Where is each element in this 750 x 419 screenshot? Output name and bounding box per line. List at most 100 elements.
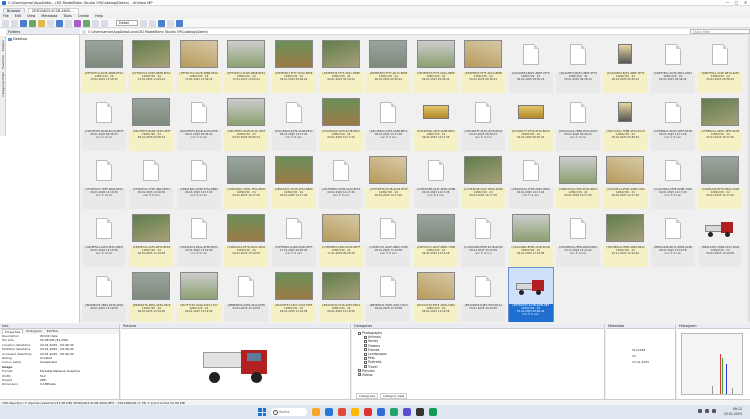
thumbnail-item[interactable]: {D0C1C4A2-7E8B-4F2A-9C1D 1280x720 · 24 09.… — [603, 94, 648, 151]
forward-icon[interactable] — [11, 19, 18, 27]
thumbnail-item[interactable]: {BC7F7165-3A49-4525-1707 1280x720 · 24 09.… — [176, 268, 221, 322]
thumbnail-item[interactable]: {CFE8B2A1-9D3C-4E5F-8A7B 09.01.2025 14:17… — [650, 94, 695, 151]
checkbox-icon[interactable] — [364, 365, 367, 369]
vtab-categories-filter[interactable]: Categories Filter — [1, 72, 5, 97]
thumbnail-item[interactable]: {CB4D3C2A-1F0E-4D9C-8B7A 09.01.2025 14:17… — [508, 152, 553, 209]
maximize-button[interactable]: ▢ — [732, 0, 741, 6]
thumbnail-item[interactable]: {D4C1E9A0-4AF9-4A3B-8E1C 09.01.2025 14:17… — [366, 94, 411, 151]
thumbnail-item[interactable]: {C92B1A09-8F7E-4B6A-5948 1280x720 · 24 09.… — [698, 152, 743, 209]
close-button[interactable]: ✕ — [741, 0, 750, 6]
thumbnail-item[interactable]: {C2E5D7C1-90AF-4B8C-7D6E 1280x720 · 24 09.… — [413, 210, 458, 267]
menu-view[interactable]: View — [27, 14, 35, 18]
taskbar-app-icon[interactable] — [338, 408, 346, 416]
thumbnail-item[interactable]: {C1D4C6B0-8F9E-4A7B-6C5D 1280x720 · 24 09.… — [508, 210, 553, 267]
taskbar-search[interactable]: Suche — [271, 408, 307, 416]
thumbnail-item[interactable]: {BFB2A498-6D7C-4858-4A3B 09.01.2025 13:19… — [650, 210, 695, 267]
thumbnail-item[interactable]: {CFE8B2A1-9D3C-4E5F-8A7B 1280x720 · 24 09.… — [698, 94, 743, 151]
favorite-icon[interactable] — [38, 19, 45, 27]
thumbnail-item[interactable]: {DA4A5E53-BAF1-4B0F-9F79 1280x720 · 24 09.… — [508, 36, 553, 93]
thumbnail-item[interactable]: {BD908276-4B5A-4636-2818 1280x720 · 24 09.… — [129, 268, 174, 322]
thumbnail-item[interactable]: {DA4A5E53-BAF1-4B0F-9F79 1280x720 · 24 09.… — [556, 36, 600, 93]
thumbnail-item[interactable]: {DFF9D7C4-2D2E-4B6B-8F44- 1280x720 · 24 13… — [82, 36, 126, 93]
filter-icon[interactable] — [56, 19, 63, 27]
taskbar-app-icon[interactable] — [416, 408, 424, 416]
thumbnail-item[interactable]: {BB6E6054-2938-4414-06F6 09.01.2025 13:19… — [224, 268, 269, 322]
rotate-icon[interactable] — [92, 19, 99, 27]
thumbnail-item[interactable]: {D1D1BC7F-0F30-4F18-8D24 09.01.2025 09:36… — [461, 94, 506, 151]
thumbnail-item[interactable]: {CF3E5D2C-7F8F-4B04-8E1A 09.01.2025 14:16… — [82, 152, 126, 209]
checkbox-icon[interactable] — [364, 360, 367, 364]
taskbar-app-icon[interactable] — [390, 408, 398, 416]
thumbnail-item[interactable]: {CB4D3C2A-1F0E-4D9C-8B7A 1280x720 · 24 09.… — [556, 152, 600, 209]
thumbnail-item[interactable]: {B72A2C10-E5F4-40D0-C2B2 1280x720 · 24 09.… — [413, 268, 458, 322]
thumbnail-item[interactable]: {DE3E5E03-FF7F-4D1C-8E9E 1280x720 · 24 09.… — [413, 36, 458, 93]
thumbnail-item[interactable]: {D9E7F8A1-3C2E-4B7A-9AE1 1280x720 · 24 09.… — [698, 36, 743, 93]
thumbnail-item[interactable]: {C3F6E8D2-A1B0-4C9D-8E7F 1280x720 · 24 17.… — [319, 210, 363, 267]
thumbnail-item[interactable]: {DE3E5E03-FF7F-4D1C-8E9E 1280x720 · 24 09.… — [271, 36, 316, 93]
thumbnail-item[interactable]: {CF3E5D2C-7F8F-4B04-8E1A 09.01.2025 14:16… — [129, 152, 174, 209]
thumbnail-item[interactable]: {CC5E4D3B-2A1F-4E0D-9C8B 1280x720 · 24 09.… — [461, 152, 506, 209]
thumbnail-item[interactable]: {CA3C2B1A-0F9E-4C8B-7A69 09.01.2025 14:17… — [650, 152, 695, 209]
menu-edit[interactable]: Edit — [15, 14, 22, 18]
thumbnail-item[interactable]: {DFF9D7C4-2D2E-4B6B-8F44- 1280x720 · 24 13… — [224, 36, 269, 93]
checkbox-icon[interactable] — [358, 331, 361, 335]
volume-icon[interactable] — [705, 409, 709, 413]
taskbar-app-icon[interactable] — [351, 408, 359, 416]
settings-icon[interactable] — [101, 19, 108, 27]
path-input[interactable]: C:\Users\amar\AppData\Local\3D ModelBahn… — [88, 30, 688, 34]
checkbox-icon[interactable] — [364, 344, 367, 348]
folder-desktop[interactable]: Desktop — [8, 37, 27, 41]
thumbnail-item[interactable]: {DA4A5E53-BAF1-4B0F-9F79 1280x720 · 24 09.… — [603, 36, 648, 93]
thumbnail-item[interactable]: {D6C3E5F0-8A1B-4C2D-9E3F 09.01.2025 09:36… — [176, 94, 221, 151]
vtab-favorites[interactable]: Favorites — [1, 55, 5, 69]
thumbnail-item[interactable]: {DFF9D7C4-2D2E-4B6B-8F44- 1280x720 · 24 13… — [129, 36, 174, 93]
tab-image[interactable]: 2E3D2AD3-4C2B-4600-... — [27, 7, 79, 13]
menu-file[interactable]: File — [3, 14, 9, 18]
checkbox-icon[interactable] — [364, 335, 367, 339]
thumbnail-item[interactable]: {D4C1E9A0-4AF9-4A3B-8E1C 1280x720 · 24 09.… — [319, 94, 363, 151]
menu-help[interactable]: Help — [95, 14, 103, 18]
category-item[interactable]: Videos — [358, 373, 604, 377]
checkbox-icon[interactable] — [358, 369, 361, 373]
vtab-folders[interactable]: Folders — [1, 40, 5, 51]
info-icon[interactable] — [167, 19, 174, 27]
thumbnail-item[interactable]: {BD908276-4B5A-4636-2818 09.01.2025 13:19… — [82, 268, 126, 322]
thumbnail-size-icon[interactable] — [158, 19, 165, 27]
checkbox-icon[interactable] — [364, 352, 367, 356]
taskbar-app-icon[interactable] — [429, 408, 437, 416]
thumbnail-item[interactable]: {D4C1E9A0-4AF9-4A3B-8E1C 09.01.2025 14:17… — [271, 94, 316, 151]
battery-icon[interactable] — [712, 409, 716, 413]
checkbox-icon[interactable] — [358, 373, 361, 377]
thumbnail-item[interactable]: {D6C3E5F0-8A1B-4C2D-9E3F 1280x720 · 24 09.… — [224, 94, 269, 151]
thumbnail-item[interactable]: {CC5E4D3B-2A1F-4E0D-9C8B 09.01.2025 14:17… — [413, 152, 458, 209]
menu-tools[interactable]: Tools — [63, 14, 71, 18]
taskbar-app-icon[interactable] — [377, 408, 385, 416]
network-icon[interactable] — [698, 409, 702, 413]
thumbnail-item[interactable]: {DE3E5E03-FF7F-4D1C-8E9E 1280x720 · 24 09.… — [461, 36, 506, 93]
thumbnail-item[interactable]: {CD7F6E5D-4C3B-4A29-8F1E 1280x720 · 24 09.… — [366, 152, 411, 209]
thumbnail-item[interactable]: {B6191B0F-D4E3-3FCF-B1A1 09.01.2025 13:19… — [461, 268, 506, 322]
refresh-icon[interactable] — [29, 19, 36, 27]
checkbox-icon[interactable] — [364, 356, 367, 360]
up-folder-icon[interactable] — [20, 19, 27, 27]
thumbnail-item[interactable]: {CA3C2B1A-0F9E-4C8B-7A69 1280x720 · 24 09.… — [603, 152, 648, 209]
sort-icon[interactable] — [65, 19, 72, 27]
fullscreen-icon[interactable] — [176, 19, 183, 27]
thumbnail-item[interactable]: {DE3E5E03-FF7F-4D1C-8E9E 1280x720 · 24 09.… — [319, 36, 363, 93]
thumbnail-item[interactable]: {DFF9D7C4-2D2E-4B6B-8F44- 1280x720 · 24 13… — [176, 36, 221, 93]
thumbnail-item[interactable]: {BA5D5F43-1827-4303-F5E5 1280x720 · 24 09.… — [271, 268, 316, 322]
thumbnail-item[interactable]: {D0C1C4A2-7E8B-4F2A-9C1D 09.01.2025 09:36… — [556, 94, 600, 151]
tab-browser[interactable]: Browser — [3, 7, 25, 13]
thumbnail-item[interactable]: {D4C1E9A0-4AF9-4A3B-8E1C 1280x720 · 24 09.… — [413, 94, 458, 151]
menu-metadata[interactable]: Metadata — [41, 14, 57, 18]
windows-start-icon[interactable] — [258, 408, 266, 416]
back-icon[interactable] — [2, 19, 9, 27]
taskbar-app-icon[interactable] — [312, 408, 320, 416]
thumbnail-item[interactable]: {C0C3B5A9-7E8D-4969-5B4C 1280x720 · 24 24.… — [603, 210, 648, 267]
taskbar-app-icon[interactable] — [325, 408, 333, 416]
thumbnail-item[interactable]: {C3F6E8D2-A1B0-4C9D-8E7F 17.01.2025 09:28… — [271, 210, 316, 267]
quick-filter-input[interactable]: Quick filter — [690, 29, 750, 34]
thumbnail-item[interactable]: {C2E5D7C1-90AF-4B8C-7D6E 09.01.2025 13:19… — [366, 210, 411, 267]
slideshow-icon[interactable] — [74, 19, 81, 27]
zoom-in-icon[interactable] — [149, 19, 156, 27]
